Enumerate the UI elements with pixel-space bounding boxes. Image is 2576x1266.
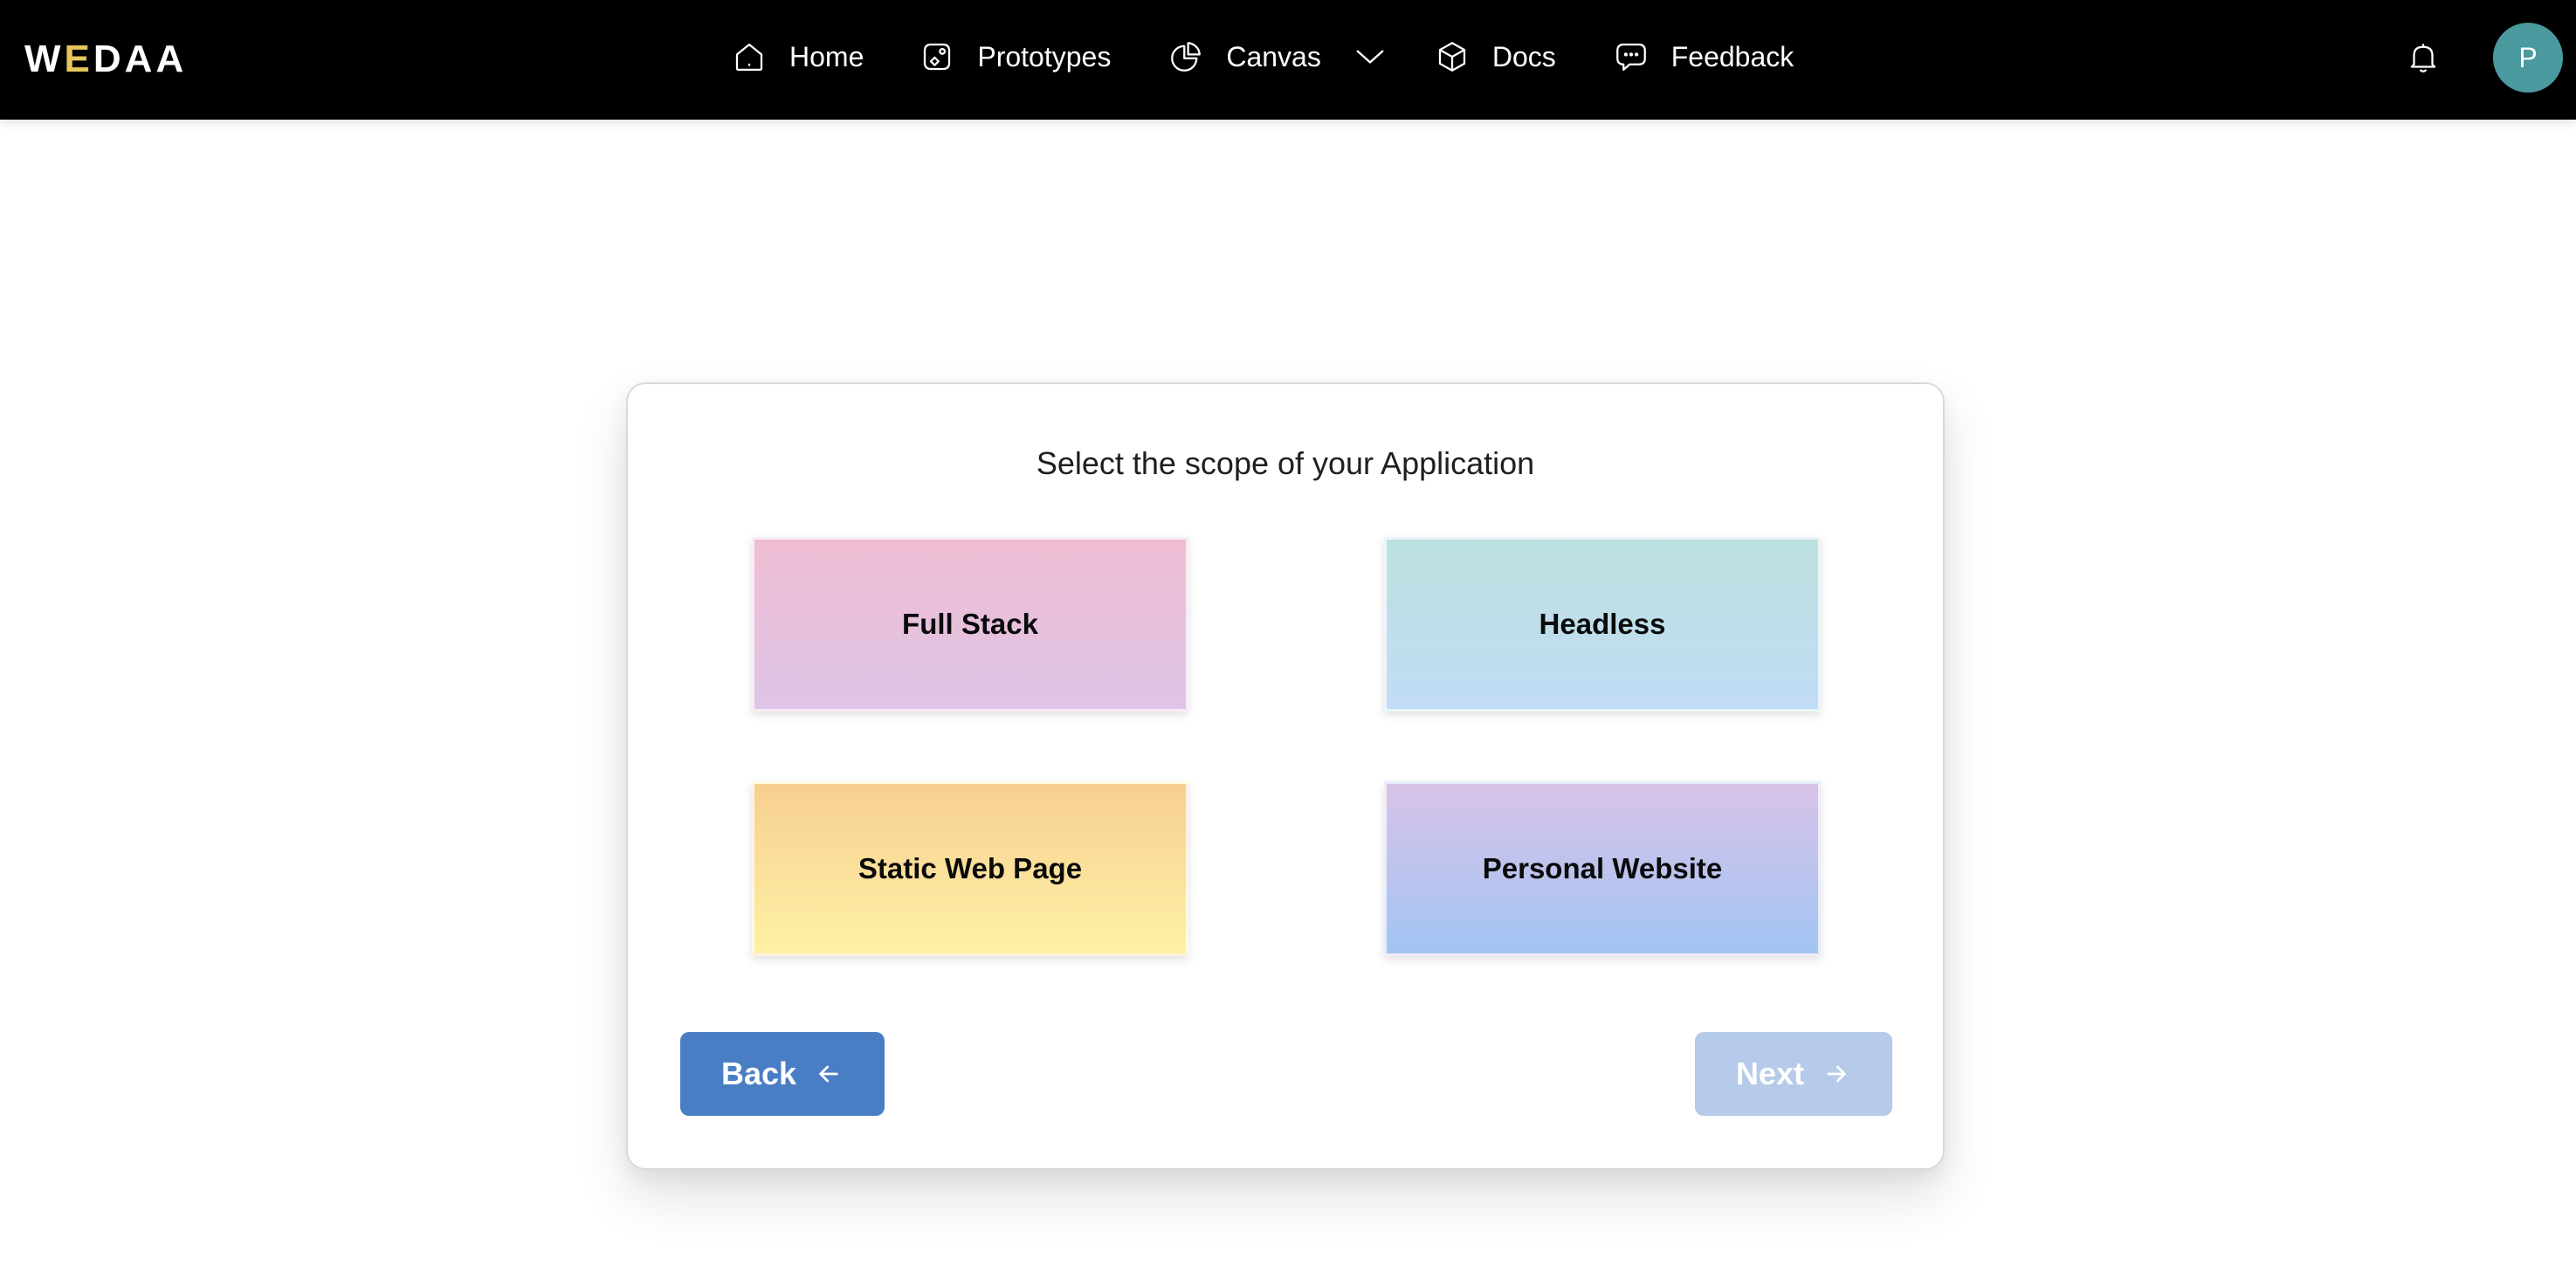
- next-button-label: Next: [1735, 1056, 1805, 1091]
- nav-docs[interactable]: Docs: [1433, 31, 1556, 83]
- pie-chart-icon: [1167, 38, 1205, 76]
- chevron-down-icon[interactable]: [1353, 39, 1388, 74]
- home-icon: [730, 38, 768, 76]
- nav-feedback-label: Feedback: [1670, 40, 1794, 72]
- logo-text-part1: W: [24, 38, 65, 80]
- bell-icon[interactable]: [2404, 38, 2442, 77]
- option-label: Headless: [1539, 608, 1666, 640]
- nav-home-label: Home: [789, 40, 864, 72]
- wedaa-logo[interactable]: W E DAA: [24, 38, 188, 80]
- scope-selection-card: Select the scope of your Application Ful…: [626, 382, 1945, 1170]
- chat-bubble-icon: [1612, 38, 1650, 76]
- option-label: Static Web Page: [858, 852, 1083, 884]
- option-full-stack[interactable]: Full Stack: [752, 537, 1188, 712]
- arrow-right-icon: [1822, 1059, 1851, 1089]
- logo-text-part2: DAA: [93, 38, 188, 80]
- option-static-web-page[interactable]: Static Web Page: [752, 781, 1188, 956]
- next-button[interactable]: Next: [1695, 1032, 1892, 1116]
- back-button-label: Back: [720, 1056, 797, 1091]
- option-label: Full Stack: [902, 608, 1038, 640]
- page-title: Select the scope of your Application: [1036, 445, 1535, 481]
- top-navbar: W E DAA Home Prototypes Canvas Docs Feed…: [0, 0, 2576, 120]
- nav-prototypes-label: Prototypes: [977, 40, 1112, 72]
- nav-canvas[interactable]: Canvas: [1167, 31, 1388, 83]
- nav-canvas-label: Canvas: [1226, 40, 1321, 72]
- arrow-left-icon: [814, 1059, 844, 1089]
- prototypes-icon: [918, 38, 956, 76]
- nav-feedback[interactable]: Feedback: [1612, 31, 1794, 83]
- cube-icon: [1433, 38, 1471, 76]
- logo-text-accent: E: [64, 38, 93, 80]
- main-nav: Home Prototypes Canvas Docs Feedback: [730, 0, 1794, 114]
- avatar[interactable]: P: [2493, 23, 2563, 93]
- option-label: Personal Website: [1482, 852, 1723, 884]
- option-personal-website[interactable]: Personal Website: [1384, 781, 1821, 956]
- option-headless[interactable]: Headless: [1384, 537, 1821, 712]
- nav-prototypes[interactable]: Prototypes: [918, 31, 1111, 83]
- back-button[interactable]: Back: [680, 1032, 885, 1116]
- nav-home[interactable]: Home: [730, 31, 864, 83]
- nav-docs-label: Docs: [1491, 40, 1556, 72]
